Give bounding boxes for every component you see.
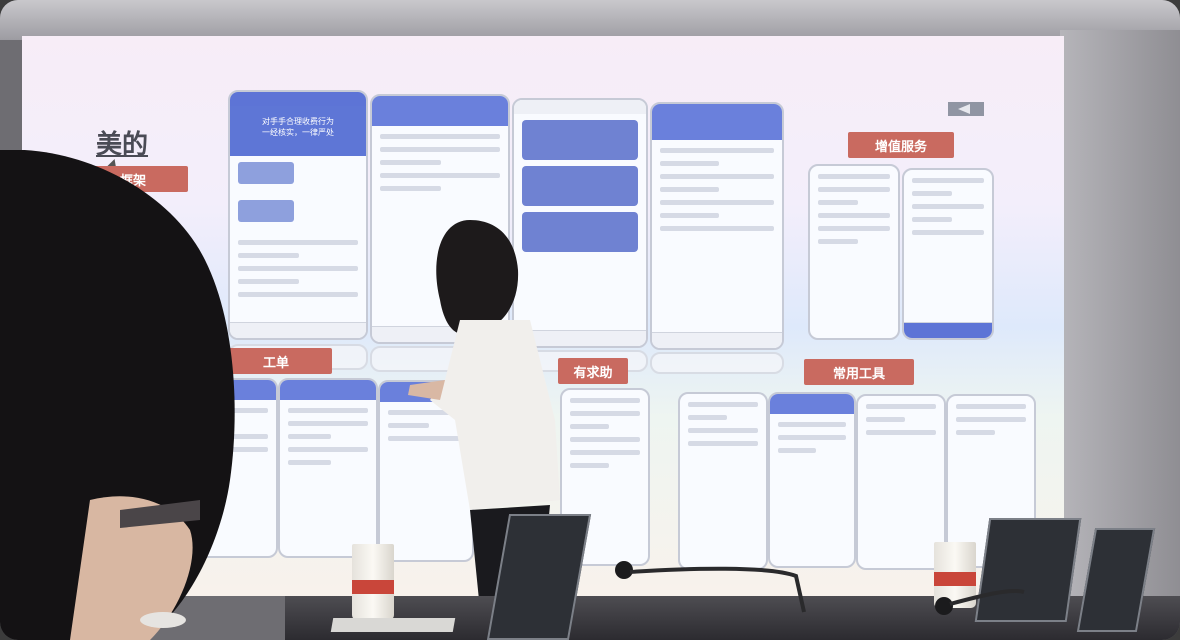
banner-text-2: 一经核实，一律严处 [262,128,334,137]
photo-scene: 美的 框架 对手手合理收费行为 一经核实，一律严处 增值服务 工单 有求助 常用… [0,0,1180,640]
value-added-tag: 增值服务 [848,132,954,158]
saucer [140,612,186,628]
microphone [935,588,1025,615]
phone-value-1 [808,164,900,340]
phone-tool-2 [856,394,946,570]
paper-cup [352,544,394,620]
phone-profile [650,102,784,350]
banner-text-1: 对手手合理收费行为 [262,117,334,126]
foreground-person [0,150,235,640]
tablet [330,618,456,632]
common-tools-tag: 常用工具 [804,359,914,385]
phone-value-2 [902,168,994,340]
ceiling [0,0,1180,40]
microphone [615,561,806,613]
phone-wo-2 [278,378,378,558]
phone-tool-1 [768,392,856,568]
phone-help-2 [678,392,768,570]
play-back-icon[interactable] [948,102,984,116]
